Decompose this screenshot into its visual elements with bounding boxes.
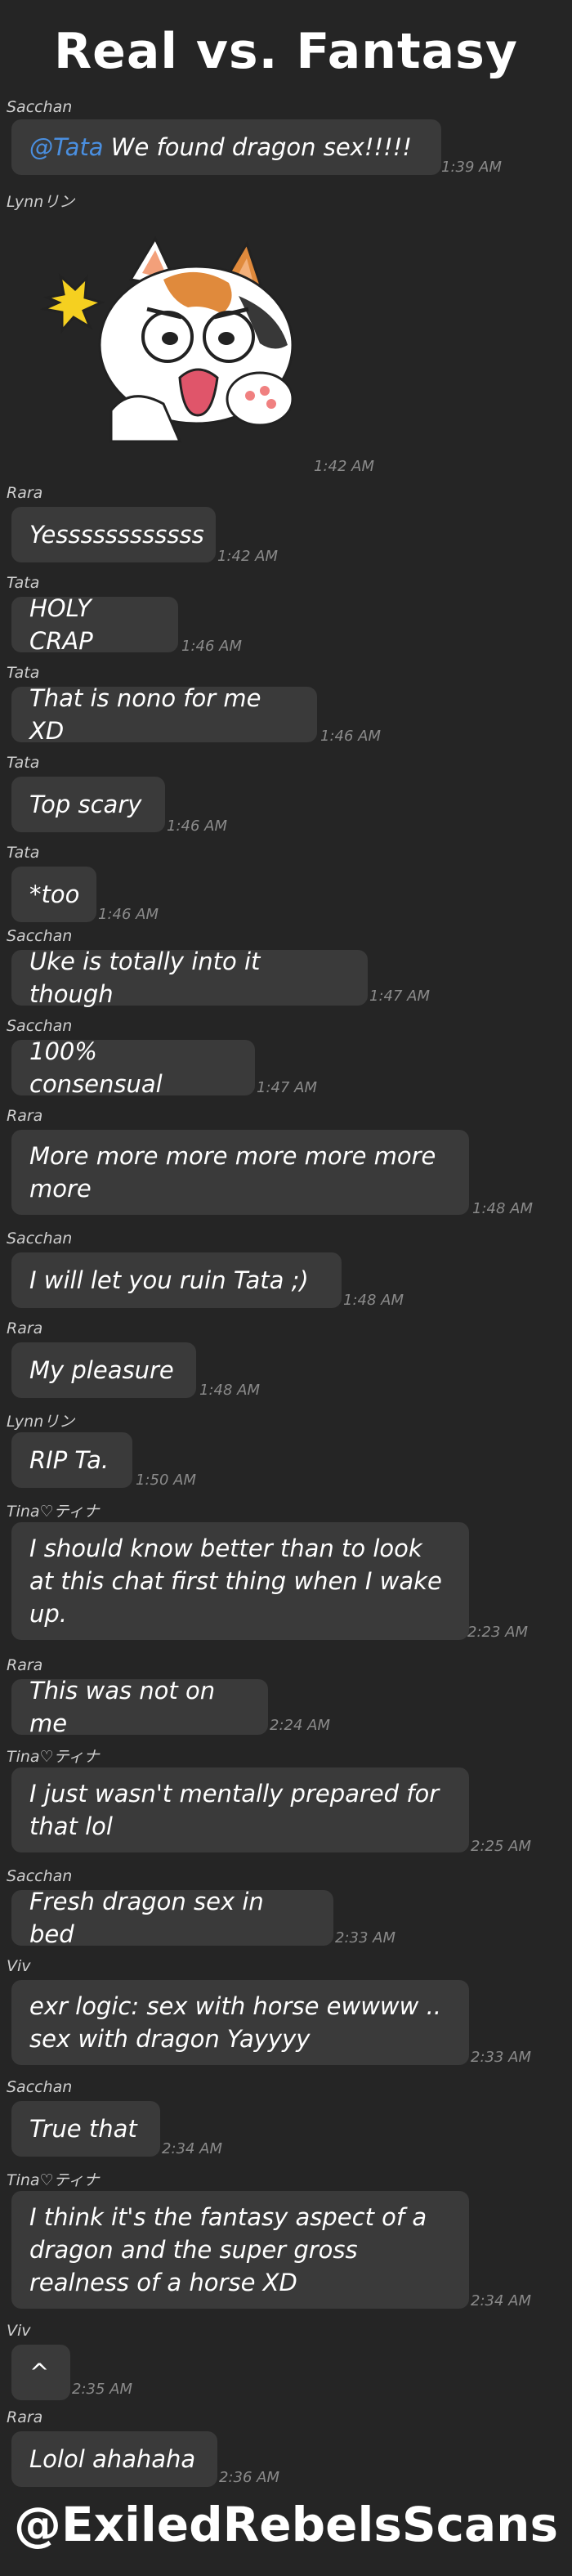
user-mention[interactable]: @Tata <box>29 133 104 161</box>
sender-name: Rara <box>7 484 43 502</box>
timestamp: 2:33 AM <box>335 1929 395 1947</box>
timestamp: 1:39 AM <box>441 159 502 176</box>
message-bubble[interactable]: True that <box>11 2101 160 2157</box>
message-bubble[interactable]: Yessssssssssss <box>11 507 216 562</box>
timestamp: 2:34 AM <box>162 2140 222 2157</box>
message-bubble[interactable]: *too <box>11 867 96 922</box>
timestamp: 1:46 AM <box>181 638 242 655</box>
shocked-cat-sticker-icon[interactable] <box>33 222 294 443</box>
sender-name: Lynnリン <box>7 193 75 211</box>
timestamp: 1:48 AM <box>472 1200 533 1217</box>
message-text: @Tata We found dragon sex!!!!! <box>29 133 412 161</box>
sender-name: Tina♡ティナ <box>7 1748 100 1766</box>
sender-name: Viv <box>7 1957 31 1975</box>
timestamp: 1:48 AM <box>343 1292 404 1309</box>
sender-name: Tata <box>7 574 40 592</box>
message-text: exr logic: sex with horse ewwww .. sex w… <box>29 1992 442 2053</box>
message-text: More more more more more more more <box>29 1142 436 1203</box>
message-text: Top scary <box>29 791 142 818</box>
message-text: RIP Ta. <box>29 1446 109 1474</box>
message-bubble[interactable]: That is nono for me XD <box>11 684 317 745</box>
message-text: HOLY CRAP <box>29 594 93 655</box>
message-text: That is nono for me XD <box>29 684 261 745</box>
message-bubble[interactable]: I think it's the fantasy aspect of a dra… <box>11 2191 469 2309</box>
message-bubble[interactable]: ^ <box>11 2345 70 2400</box>
message-bubble[interactable]: Lolol ahahaha <box>11 2431 217 2487</box>
sender-name: Sacchan <box>7 1867 73 1885</box>
timestamp: 1:42 AM <box>314 458 374 475</box>
sender-name: Viv <box>7 2322 31 2340</box>
message-text: I should know better than to look at thi… <box>29 1534 442 1628</box>
timestamp: 2:25 AM <box>471 1838 531 1855</box>
message-text: True that <box>29 2115 137 2143</box>
timestamp: 2:24 AM <box>270 1717 330 1734</box>
message-text: Yessssssssssss <box>29 521 204 549</box>
message-bubble[interactable]: My pleasure <box>11 1342 196 1398</box>
sender-name: Lynnリン <box>7 1413 75 1431</box>
timestamp: 1:46 AM <box>98 906 159 923</box>
message-bubble[interactable]: Top scary <box>11 777 165 832</box>
message-bubble[interactable]: RIP Ta. <box>11 1432 132 1488</box>
timestamp: 1:47 AM <box>369 988 430 1005</box>
message-text: My pleasure <box>29 1356 174 1384</box>
sender-name: Tata <box>7 754 40 772</box>
sender-name: Rara <box>7 1107 43 1125</box>
timestamp: 2:33 AM <box>471 2049 531 2066</box>
sender-name: Sacchan <box>7 2078 73 2096</box>
message-bubble[interactable]: I will let you ruin Tata ;) <box>11 1252 342 1308</box>
message-text: Lolol ahahaha <box>29 2445 196 2473</box>
timestamp: 2:35 AM <box>72 2381 132 2398</box>
message-bubble[interactable]: HOLY CRAP <box>11 594 178 655</box>
message-bubble[interactable]: Uke is totally into it though <box>11 948 368 1008</box>
timestamp: 1:46 AM <box>320 728 381 745</box>
message-bubble[interactable]: I just wasn't mentally prepared for that… <box>11 1767 469 1852</box>
message-text: I will let you ruin Tata ;) <box>29 1266 309 1294</box>
message-text: Fresh dragon sex in bed <box>29 1888 264 1948</box>
timestamp: 1:47 AM <box>257 1079 317 1096</box>
sender-name: Sacchan <box>7 1230 73 1248</box>
sender-name: Sacchan <box>7 98 73 116</box>
message-text: I think it's the fantasy aspect of a dra… <box>29 2203 427 2296</box>
sender-name: Rara <box>7 1319 43 1337</box>
message-bubble[interactable]: Fresh dragon sex in bed <box>11 1888 333 1948</box>
chat-log: Sacchan @Tata We found dragon sex!!!!! 1… <box>0 0 572 2576</box>
sender-name: Tata <box>7 844 40 862</box>
message-text: I just wasn't mentally prepared for that… <box>29 1780 440 1840</box>
timestamp: 2:36 AM <box>219 2469 279 2486</box>
message-bubble[interactable]: exr logic: sex with horse ewwww .. sex w… <box>11 1980 469 2065</box>
timestamp: 1:46 AM <box>167 818 227 835</box>
timestamp: 1:48 AM <box>199 1382 260 1399</box>
timestamp: 2:34 AM <box>471 2292 531 2309</box>
message-bubble[interactable]: This was not on me <box>11 1677 268 1737</box>
sender-name: Tina♡ティナ <box>7 1503 100 1521</box>
message-text: Uke is totally into it though <box>29 948 261 1008</box>
message-text: ^ <box>29 2359 50 2386</box>
message-text: 100% consensual <box>29 1037 163 1098</box>
sender-name: Rara <box>7 2408 43 2426</box>
timestamp: 1:50 AM <box>136 1472 196 1489</box>
sender-name: Tata <box>7 664 40 682</box>
message-bubble[interactable]: @Tata We found dragon sex!!!!! <box>11 119 441 175</box>
sender-name: Rara <box>7 1656 43 1674</box>
timestamp: 1:42 AM <box>217 548 278 565</box>
sender-name: Sacchan <box>7 927 73 945</box>
message-bubble[interactable]: More more more more more more more <box>11 1130 469 1215</box>
message-bubble[interactable]: I should know better than to look at thi… <box>11 1522 469 1640</box>
message-bubble[interactable]: 100% consensual <box>11 1037 255 1098</box>
message-text: *too <box>29 880 80 908</box>
watermark-credit: @ExiledRebelsScans <box>13 2497 558 2552</box>
timestamp: 2:23 AM <box>467 1624 528 1641</box>
sender-name: Tina♡ティナ <box>7 2171 100 2189</box>
message-text: This was not on me <box>29 1677 216 1737</box>
sender-name: Sacchan <box>7 1017 73 1035</box>
